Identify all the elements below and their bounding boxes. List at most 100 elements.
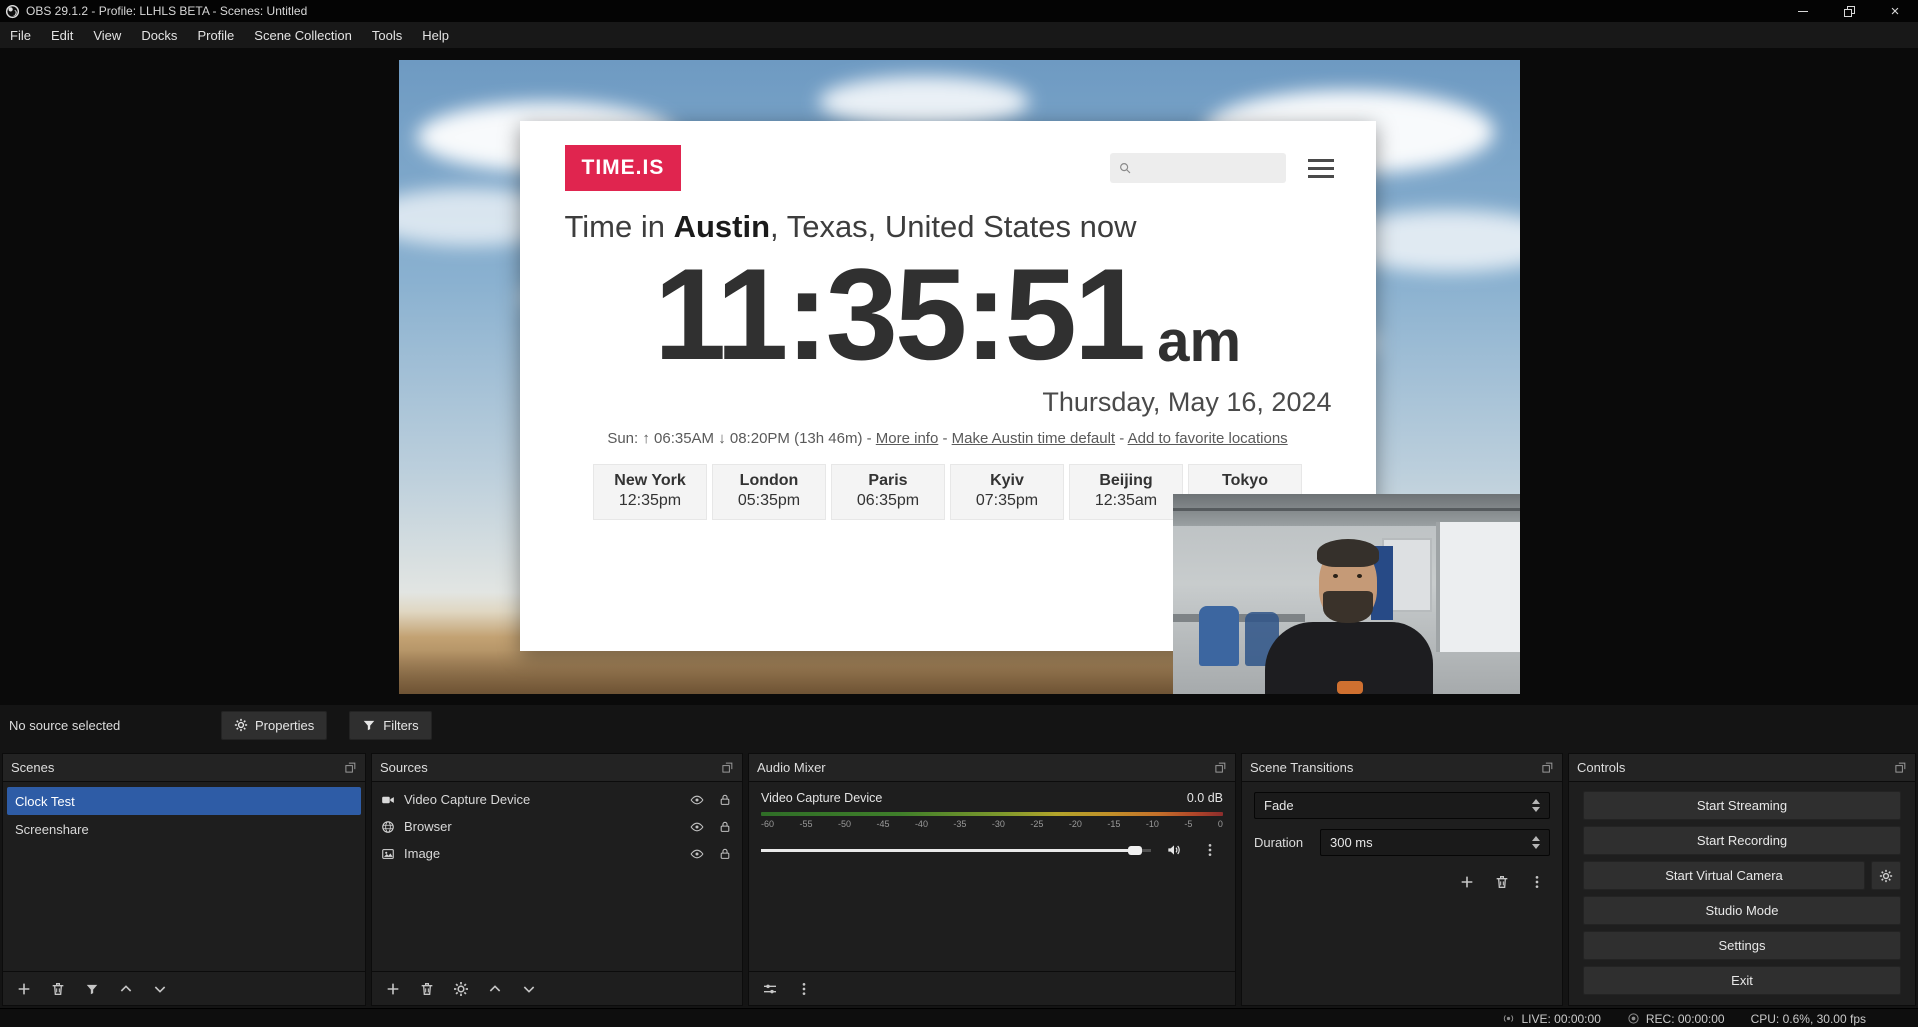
menu-file[interactable]: File bbox=[0, 22, 41, 48]
globe-icon bbox=[381, 820, 395, 834]
rec-status: REC: 00:00:00 bbox=[1627, 1012, 1725, 1026]
city-name: New York bbox=[594, 472, 706, 490]
webcam-overlay-source[interactable] bbox=[1173, 494, 1520, 694]
menu-profile[interactable]: Profile bbox=[187, 22, 244, 48]
program-preview[interactable]: TIME.IS Time in Austin, Texas, United St… bbox=[399, 60, 1520, 694]
source-item-browser[interactable]: Browser bbox=[372, 813, 742, 840]
live-status-icon bbox=[1502, 1012, 1515, 1025]
menu-scene-collection[interactable]: Scene Collection bbox=[244, 22, 362, 48]
popout-icon[interactable] bbox=[1894, 761, 1907, 774]
tick: -10 bbox=[1146, 819, 1159, 829]
transition-properties-button[interactable] bbox=[1524, 870, 1550, 894]
menu-view[interactable]: View bbox=[83, 22, 131, 48]
add-scene-button[interactable] bbox=[11, 977, 37, 1001]
scene-transitions-panel: Scene Transitions Fade Duration 300 ms bbox=[1241, 753, 1563, 1006]
close-button[interactable]: × bbox=[1872, 0, 1918, 22]
sources-toolbar bbox=[372, 971, 742, 1005]
add-source-button[interactable] bbox=[380, 977, 406, 1001]
window-buttons: × bbox=[1780, 0, 1918, 22]
remove-source-button[interactable] bbox=[414, 977, 440, 1001]
start-virtual-camera-button[interactable]: Start Virtual Camera bbox=[1583, 861, 1865, 890]
visibility-eye-icon[interactable] bbox=[690, 820, 704, 834]
source-selection-status: No source selected bbox=[9, 718, 221, 733]
start-recording-button[interactable]: Start Recording bbox=[1583, 826, 1901, 855]
separator: - bbox=[1115, 430, 1128, 447]
scene-list: Clock Test Screenshare bbox=[3, 782, 365, 971]
popout-icon[interactable] bbox=[721, 761, 734, 774]
transitions-panel-header[interactable]: Scene Transitions bbox=[1242, 754, 1562, 782]
popout-icon[interactable] bbox=[1541, 761, 1554, 774]
remove-scene-button[interactable] bbox=[45, 977, 71, 1001]
obs-window: OBS 29.1.2 - Profile: LLHLS BETA - Scene… bbox=[0, 0, 1918, 1027]
city-time: 05:35pm bbox=[713, 492, 825, 510]
source-item-image[interactable]: Image bbox=[372, 840, 742, 867]
move-source-down-button[interactable] bbox=[516, 977, 542, 1001]
start-streaming-button[interactable]: Start Streaming bbox=[1583, 791, 1901, 820]
lock-icon[interactable] bbox=[718, 847, 732, 861]
source-item-video-capture[interactable]: Video Capture Device bbox=[372, 786, 742, 813]
add-transition-button[interactable] bbox=[1454, 870, 1480, 894]
scene-item-screenshare[interactable]: Screenshare bbox=[7, 815, 361, 843]
exit-button[interactable]: Exit bbox=[1583, 966, 1901, 995]
lock-icon[interactable] bbox=[718, 820, 732, 834]
menu-docks[interactable]: Docks bbox=[131, 22, 187, 48]
person-eye bbox=[1357, 574, 1362, 578]
tick: 0 bbox=[1218, 819, 1223, 829]
mixer-channel-name: Video Capture Device bbox=[761, 791, 882, 805]
transition-select[interactable]: Fade bbox=[1254, 792, 1550, 819]
maximize-restore-button[interactable] bbox=[1826, 0, 1872, 22]
slider-handle[interactable] bbox=[1128, 846, 1142, 855]
lock-icon[interactable] bbox=[718, 793, 732, 807]
visibility-eye-icon[interactable] bbox=[690, 847, 704, 861]
audio-mixer-title: Audio Mixer bbox=[757, 760, 1214, 775]
city-box: New York 12:35pm bbox=[593, 464, 707, 520]
heading-suffix: , Texas, United States now bbox=[770, 209, 1136, 244]
source-label: Browser bbox=[404, 819, 681, 834]
advanced-audio-button[interactable] bbox=[757, 977, 783, 1001]
move-scene-down-button[interactable] bbox=[147, 977, 173, 1001]
titlebar[interactable]: OBS 29.1.2 - Profile: LLHLS BETA - Scene… bbox=[0, 0, 1918, 22]
properties-button[interactable]: Properties bbox=[221, 711, 327, 740]
move-source-up-button[interactable] bbox=[482, 977, 508, 1001]
scene-filters-button[interactable] bbox=[79, 977, 105, 1001]
meter-scale: -60 -55 -50 -45 -40 -35 -30 -25 -20 -15 … bbox=[761, 819, 1223, 829]
audio-mixer-header[interactable]: Audio Mixer bbox=[749, 754, 1235, 782]
popout-icon[interactable] bbox=[344, 761, 357, 774]
scene-item-clock-test[interactable]: Clock Test bbox=[7, 787, 361, 815]
minimize-button[interactable] bbox=[1780, 0, 1826, 22]
mixer-channel: Video Capture Device 0.0 dB -60 -55 -50 … bbox=[749, 782, 1235, 971]
context-bar: No source selected Properties Filters bbox=[0, 705, 1918, 745]
mute-button[interactable] bbox=[1161, 838, 1187, 862]
scenes-panel-header[interactable]: Scenes bbox=[3, 754, 365, 782]
status-bar: LIVE: 00:00:00 REC: 00:00:00 CPU: 0.6%, … bbox=[0, 1008, 1918, 1027]
controls-panel-header[interactable]: Controls bbox=[1569, 754, 1915, 782]
properties-label: Properties bbox=[255, 718, 314, 733]
source-properties-button[interactable] bbox=[448, 977, 474, 1001]
filters-button[interactable]: Filters bbox=[349, 711, 431, 740]
menubar: File Edit View Docks Profile Scene Colle… bbox=[0, 22, 1918, 49]
move-scene-up-button[interactable] bbox=[113, 977, 139, 1001]
volume-slider[interactable] bbox=[761, 844, 1151, 857]
duration-input[interactable]: 300 ms bbox=[1320, 829, 1550, 856]
settings-button[interactable]: Settings bbox=[1583, 931, 1901, 960]
menu-tools[interactable]: Tools bbox=[362, 22, 412, 48]
timeis-search-box bbox=[1110, 153, 1286, 183]
sources-panel-header[interactable]: Sources bbox=[372, 754, 742, 782]
popout-icon[interactable] bbox=[1214, 761, 1227, 774]
spinner-arrows-icon[interactable] bbox=[1532, 836, 1540, 849]
menu-help[interactable]: Help bbox=[412, 22, 459, 48]
visibility-eye-icon[interactable] bbox=[690, 793, 704, 807]
city-name: Beijing bbox=[1070, 472, 1182, 490]
studio-mode-button[interactable]: Studio Mode bbox=[1583, 896, 1901, 925]
heading-city: Austin bbox=[674, 209, 770, 244]
remove-transition-button[interactable] bbox=[1489, 870, 1515, 894]
virtual-camera-settings-button[interactable] bbox=[1871, 861, 1901, 890]
combo-arrows-icon bbox=[1532, 799, 1540, 812]
city-time: 12:35pm bbox=[594, 492, 706, 510]
mixer-more-button[interactable] bbox=[791, 977, 817, 1001]
transitions-panel-title: Scene Transitions bbox=[1250, 760, 1541, 775]
duration-label: Duration bbox=[1254, 835, 1310, 850]
menu-edit[interactable]: Edit bbox=[41, 22, 83, 48]
channel-options-button[interactable] bbox=[1197, 838, 1223, 862]
separator: - bbox=[938, 430, 951, 447]
